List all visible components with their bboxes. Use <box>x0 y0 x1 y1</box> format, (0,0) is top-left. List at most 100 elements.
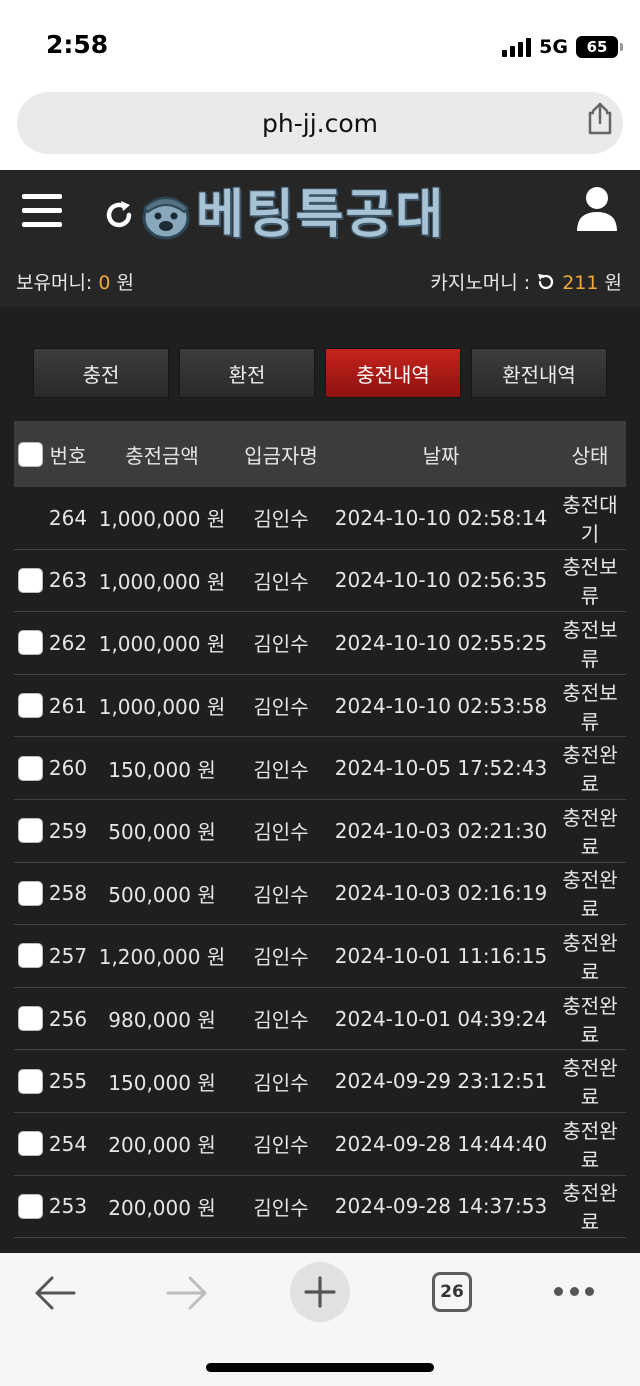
column-header-depositor: 입금자명 <box>244 443 318 468</box>
balance-unit: 원 <box>110 272 135 294</box>
tab-charge-history[interactable]: 충전내역 <box>325 348 461 398</box>
row-status: 충전완료 <box>562 1056 618 1110</box>
url-text: ph-jj.com <box>262 108 378 138</box>
row-checkbox-cell <box>14 818 46 844</box>
row-checkbox-cell <box>14 1006 46 1032</box>
forward-arrow-icon[interactable] <box>166 1275 208 1311</box>
refresh-icon[interactable] <box>102 198 136 232</box>
row-checkbox[interactable] <box>17 818 43 844</box>
row-number: 254 <box>48 1131 88 1156</box>
column-header-status: 상태 <box>571 443 609 468</box>
row-status: 충전보류 <box>562 617 618 671</box>
tab-bar: 충전 환전 충전내역 환전내역 <box>33 348 607 398</box>
status-indicators: 5G 65 <box>502 34 623 60</box>
row-number: 259 <box>48 818 88 843</box>
row-checkbox[interactable] <box>17 1131 43 1157</box>
row-checkbox-cell <box>14 1131 46 1157</box>
row-checkbox[interactable] <box>17 1193 43 1219</box>
row-checkbox[interactable] <box>17 1068 43 1094</box>
row-status: 충전완료 <box>562 930 618 984</box>
row-checkbox[interactable] <box>17 630 43 656</box>
status-time: 2:58 <box>46 30 109 59</box>
row-checkbox[interactable] <box>17 693 43 719</box>
share-icon[interactable] <box>582 100 618 136</box>
row-status: 충전보류 <box>562 555 618 609</box>
more-options-icon[interactable] <box>554 1287 594 1297</box>
select-all-checkbox[interactable] <box>17 441 43 467</box>
row-date: 2024-10-10 02:53:58 <box>334 693 548 718</box>
new-tab-button[interactable] <box>290 1262 350 1322</box>
table-row: 264 1,000,000 원 김인수 2024-10-10 02:58:14 충전대기 <box>14 487 626 550</box>
row-checkbox[interactable] <box>17 1006 43 1032</box>
tab-exchange-history[interactable]: 환전내역 <box>471 348 607 398</box>
row-amount: 500,000 원 <box>108 882 216 907</box>
row-amount: 1,200,000 원 <box>98 945 226 970</box>
row-date: 2024-09-28 14:44:40 <box>334 1131 548 1156</box>
row-checkbox-cell <box>14 1193 46 1219</box>
row-amount: 500,000 원 <box>108 820 216 845</box>
row-checkbox[interactable] <box>17 755 43 781</box>
row-amount: 150,000 원 <box>108 1070 216 1095</box>
hamburger-menu-icon[interactable] <box>22 194 62 228</box>
row-status: 충전완료 <box>562 868 618 922</box>
balance-label: 보유머니: <box>16 272 99 294</box>
row-checkbox-cell <box>14 755 46 781</box>
tab-exchange[interactable]: 환전 <box>179 348 315 398</box>
row-checkbox[interactable] <box>17 943 43 969</box>
row-status: 충전완료 <box>562 1118 618 1172</box>
table-row: 262 1,000,000 원 김인수 2024-10-10 02:55:25 충전보류 <box>14 612 626 675</box>
row-checkbox[interactable] <box>17 880 43 906</box>
row-date: 2024-10-01 11:16:15 <box>334 943 548 968</box>
row-amount: 1,000,000 원 <box>98 569 226 594</box>
table-row: 260 150,000 원 김인수 2024-10-05 17:52:43 충전완료 <box>14 737 626 800</box>
back-arrow-icon[interactable] <box>34 1275 76 1311</box>
column-header-date: 날짜 <box>422 443 460 468</box>
row-number: 253 <box>48 1194 88 1219</box>
balance-value: 0 <box>98 272 111 294</box>
row-date: 2024-09-29 23:12:51 <box>334 1069 548 1094</box>
table-row: 255 150,000 원 김인수 2024-09-29 23:12:51 충전완료 <box>14 1050 626 1113</box>
address-bar[interactable]: ph-jj.com <box>17 92 623 154</box>
row-date: 2024-10-10 02:58:14 <box>334 505 548 530</box>
row-depositor: 김인수 <box>253 757 309 782</box>
row-date: 2024-10-03 02:21:30 <box>334 818 548 843</box>
row-date: 2024-10-03 02:16:19 <box>334 881 548 906</box>
casino-refresh-icon[interactable] <box>536 272 556 292</box>
row-depositor: 김인수 <box>253 1195 309 1220</box>
balance-money: 보유머니: 0 원 <box>16 268 134 295</box>
row-checkbox[interactable] <box>17 567 43 593</box>
row-depositor: 김인수 <box>253 1133 309 1158</box>
row-status: 충전완료 <box>562 805 618 859</box>
row-checkbox-cell <box>14 505 46 530</box>
signal-icon <box>502 37 532 57</box>
dog-mascot-icon <box>142 196 190 240</box>
row-amount: 1,000,000 원 <box>98 632 226 657</box>
row-depositor: 김인수 <box>253 695 309 720</box>
table-header: 번호 충전금액 입금자명 날짜 상태 <box>14 421 626 487</box>
tab-switcher-button[interactable]: 26 <box>432 1272 472 1312</box>
charge-history-table: 번호 충전금액 입금자명 날짜 상태 264 1,000,000 원 김인수 2024… <box>14 421 626 1239</box>
table-row: 258 500,000 원 김인수 2024-10-03 02:16:19 충전완료 <box>14 863 626 926</box>
column-header-amount: 충전금액 <box>125 443 199 468</box>
row-depositor: 김인수 <box>253 569 309 594</box>
row-date: 2024-10-10 02:56:35 <box>334 568 548 593</box>
row-depositor: 김인수 <box>253 820 309 845</box>
site-logo[interactable]: 베팅특공대 <box>196 182 506 248</box>
row-status: 충전보류 <box>562 680 618 734</box>
row-status: 충전완료 <box>562 743 618 797</box>
row-amount: 150,000 원 <box>108 757 216 782</box>
row-checkbox-cell <box>14 943 46 969</box>
row-number: 262 <box>48 630 88 655</box>
row-amount: 1,000,000 원 <box>98 507 226 532</box>
casino-money: 카지노머니 : 211 원 <box>430 268 622 295</box>
row-depositor: 김인수 <box>253 507 309 532</box>
row-amount: 200,000 원 <box>108 1195 216 1220</box>
table-row: 261 1,000,000 원 김인수 2024-10-10 02:53:58 충전보류 <box>14 675 626 738</box>
tab-charge[interactable]: 충전 <box>33 348 169 398</box>
row-checkbox-cell <box>14 693 46 719</box>
row-amount: 200,000 원 <box>108 1133 216 1158</box>
row-date: 2024-10-01 04:39:24 <box>334 1006 548 1031</box>
row-status: 충전완료 <box>562 993 618 1047</box>
user-icon[interactable] <box>576 186 618 232</box>
casino-label: 카지노머니 : <box>430 272 531 294</box>
